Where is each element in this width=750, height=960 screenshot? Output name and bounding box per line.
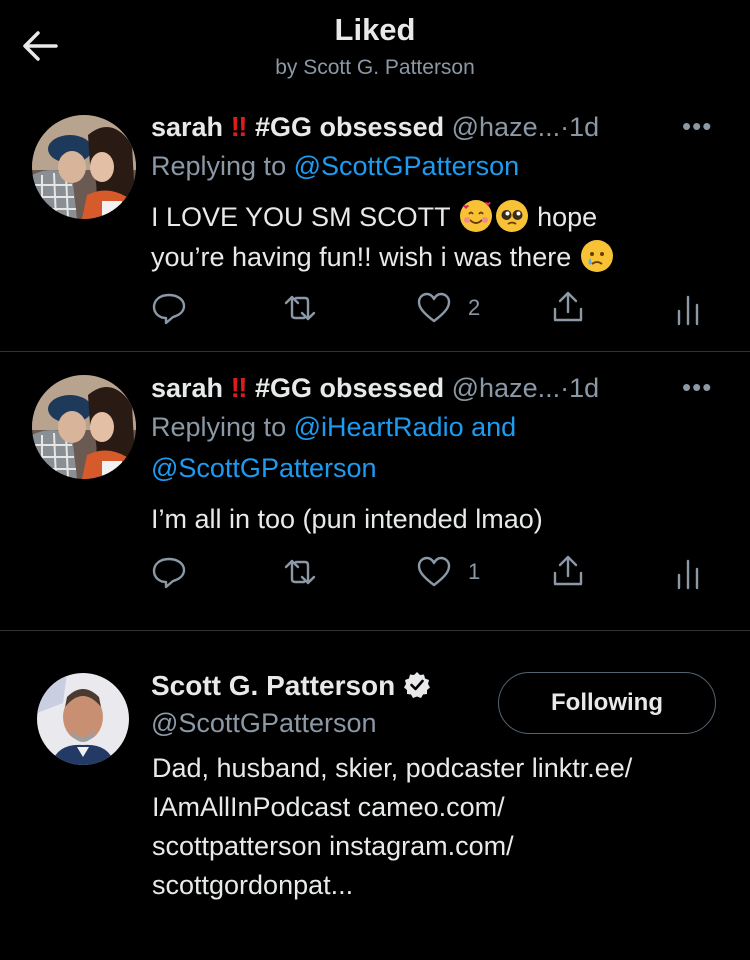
display-name-tag[interactable]: #GG obsessed: [255, 112, 444, 142]
timestamp[interactable]: 1d: [569, 112, 599, 142]
tweet-text-line: you’re having fun!! wish i was there: [151, 242, 572, 272]
like-count: 1: [468, 559, 481, 584]
verified-badge-icon: [403, 671, 431, 706]
tweet-text-line: hope: [537, 202, 598, 232]
retweet-icon[interactable]: [282, 290, 318, 326]
tweet-meta: sarah ‼ #GG obsessed @haze...·1d: [151, 111, 599, 143]
tweet[interactable]: sarah ‼ #GG obsessed @haze...·1d ••• Rep…: [0, 352, 750, 630]
share-icon[interactable]: [550, 289, 586, 325]
separator: ·: [560, 112, 570, 142]
separator: ·: [560, 373, 570, 403]
mention-link[interactable]: @iHeartRadio and: [294, 412, 517, 442]
analytics-icon[interactable]: [672, 555, 708, 591]
avatar[interactable]: [37, 673, 129, 765]
profile-name: Scott G. Patterson: [151, 670, 431, 706]
tweet[interactable]: sarah ‼ #GG obsessed @haze...·1d ••• Rep…: [0, 95, 750, 351]
replying-prefix: Replying to: [151, 151, 287, 181]
like-icon[interactable]: [416, 290, 452, 326]
page-subtitle: by Scott G. Patterson: [275, 56, 475, 79]
mention-link[interactable]: @ScottGPatterson: [151, 453, 377, 483]
bio-line: scottpatterson instagram.com/: [152, 831, 514, 861]
smiling-face-with-hearts-icon: [459, 200, 492, 232]
tweet-text-line: I LOVE YOU SM SCOTT: [151, 202, 451, 232]
like-count: 2: [468, 295, 481, 320]
profile-handle: @ScottGPatterson: [151, 708, 377, 738]
user-handle[interactable]: @haze...: [452, 373, 560, 403]
following-button[interactable]: Following: [498, 672, 716, 734]
replying-to: Replying to @ScottGPatterson: [151, 151, 519, 182]
header: Liked by Scott G. Patterson: [0, 0, 750, 95]
pleading-face-icon: [495, 200, 528, 232]
timestamp[interactable]: 1d: [569, 373, 599, 403]
mention-link[interactable]: @ScottGPatterson: [294, 151, 520, 181]
avatar[interactable]: [32, 115, 136, 219]
bio-line: scottgordonpat...: [152, 870, 354, 900]
reply-icon[interactable]: [151, 554, 187, 590]
profile-display-name[interactable]: Scott G. Patterson: [151, 670, 395, 701]
tweet-text: you’re having fun!! wish i was there: [151, 240, 615, 273]
tweet-text: I LOVE YOU SM SCOTT hope: [151, 200, 597, 233]
more-options-icon[interactable]: •••: [682, 111, 712, 142]
replying-to: Replying to @iHeartRadio and: [151, 412, 516, 443]
user-cell[interactable]: Scott G. Patterson @ScottGPatterson Foll…: [0, 631, 750, 960]
share-icon[interactable]: [550, 553, 586, 589]
replying-prefix: Replying to: [151, 412, 287, 442]
more-options-icon[interactable]: •••: [682, 372, 712, 403]
double-exclamation-icon: ‼: [230, 111, 248, 142]
double-exclamation-icon: ‼: [230, 372, 248, 403]
like-icon[interactable]: [416, 554, 452, 590]
sad-tear-face-icon: [580, 240, 613, 272]
display-name-tag[interactable]: #GG obsessed: [255, 373, 444, 403]
display-name[interactable]: sarah: [151, 373, 223, 403]
display-name[interactable]: sarah: [151, 112, 223, 142]
avatar[interactable]: [32, 375, 136, 479]
analytics-icon[interactable]: [672, 291, 708, 327]
tweet-text: I’m all in too (pun intended lmao): [151, 504, 543, 534]
user-handle[interactable]: @haze...: [452, 112, 560, 142]
reply-icon[interactable]: [151, 290, 187, 326]
retweet-icon[interactable]: [282, 554, 318, 590]
bio-line: IAmAllInPodcast cameo.com/: [152, 792, 505, 822]
replying-to-cont: @ScottGPatterson: [151, 453, 377, 484]
bio-line: Dad, husband, skier, podcaster linktr.ee…: [152, 753, 633, 783]
page-title: Liked: [334, 12, 416, 47]
tweet-meta: sarah ‼ #GG obsessed @haze...·1d: [151, 372, 599, 404]
